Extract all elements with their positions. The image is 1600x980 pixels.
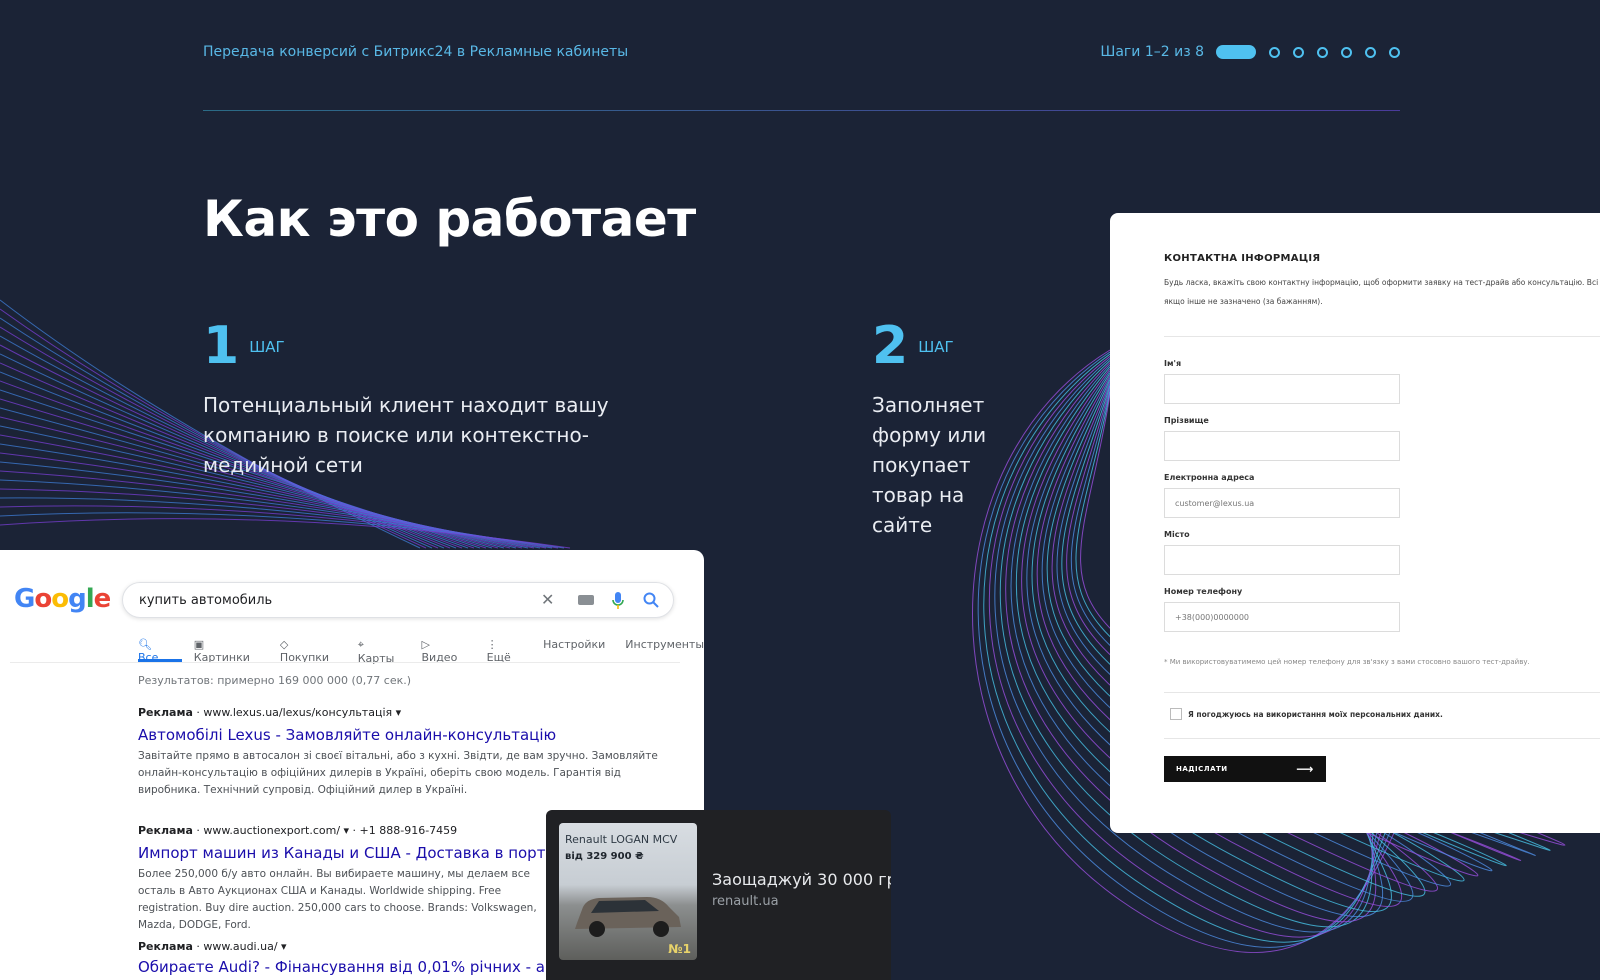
google-logo: Google: [14, 584, 111, 614]
step-1-text: Потенциальный клиент находит вашу компан…: [203, 393, 609, 477]
tab-video[interactable]: ▷ Видео: [422, 638, 467, 665]
last-name-label: Прізвище: [1164, 416, 1209, 425]
ad-3-url: Реклама · www.audi.ua/ ▾: [138, 940, 287, 953]
step-2-number: 2: [872, 316, 909, 376]
car-ad-image: Renault LOGAN MCV від 329 900 ₴ №1: [559, 823, 697, 960]
microphone-icon[interactable]: [612, 591, 624, 611]
display-ad-card[interactable]: Renault LOGAN MCV від 329 900 ₴ №1 Заоща…: [546, 810, 891, 980]
car-model-title: Renault LOGAN MCV: [565, 833, 678, 846]
ad-1-desc: Завітайте прямо в автосалон зі своєї віт…: [138, 750, 658, 796]
progress-dot[interactable]: [1317, 46, 1328, 58]
email-field[interactable]: customer@lexus.ua: [1164, 488, 1400, 518]
city-label: Місто: [1164, 530, 1190, 539]
form-divider: [1164, 738, 1600, 739]
tab-settings[interactable]: Настройки: [543, 638, 605, 665]
ad-1-url: Реклама · www.lexus.ua/lexus/консультаці…: [138, 706, 402, 719]
search-icon[interactable]: [643, 592, 659, 608]
submit-label: НАДІСЛАТИ: [1176, 765, 1228, 773]
consent-checkbox[interactable]: [1170, 708, 1182, 720]
phone-field[interactable]: +38(000)0000000: [1164, 602, 1400, 632]
steps-label: Шаги 1–2 из 8: [1100, 44, 1204, 60]
progress-dot[interactable]: [1389, 46, 1400, 58]
ad-1-title[interactable]: Автомобілі Lexus - Замовляйте онлайн-кон…: [138, 726, 556, 744]
google-search-input[interactable]: купить автомобиль ✕: [122, 582, 674, 618]
step-2-label: ШАГ: [918, 338, 954, 356]
progress-dot[interactable]: [1341, 46, 1352, 58]
car-price: від 329 900 ₴: [565, 851, 644, 862]
tab-tools[interactable]: Инструменты: [625, 638, 704, 665]
tab-more[interactable]: ⋮ Ещё: [487, 638, 523, 665]
tab-images[interactable]: ▣ Картинки: [194, 638, 260, 665]
progress-dot[interactable]: [1269, 46, 1280, 58]
last-name-field[interactable]: [1164, 431, 1400, 461]
form-heading: КОНТАКТНА ІНФОРМАЦІЯ: [1164, 253, 1321, 264]
contact-form-screenshot: КОНТАКТНА ІНФОРМАЦІЯ Будь ласка, вкажіть…: [1110, 213, 1600, 833]
phone-note: * Ми використовуватимемо цей номер телеф…: [1164, 658, 1530, 666]
tabs-divider: [10, 662, 680, 663]
email-label: Електронна адреса: [1164, 473, 1255, 482]
results-count: Результатов: примерно 169 000 000 (0,77 …: [138, 674, 412, 687]
search-query: купить автомобиль: [139, 593, 273, 608]
ad-headline[interactable]: Заощаджуй 30 000 грн: [712, 870, 891, 889]
header-divider: [203, 110, 1400, 111]
clear-icon[interactable]: ✕: [541, 590, 554, 609]
tab-maps[interactable]: ⌖ Карты: [358, 638, 402, 665]
step-2-header: 2 ШАГ: [872, 320, 954, 372]
consent-label: Я погоджуюсь на використання моїх персон…: [1188, 710, 1443, 719]
city-field[interactable]: [1164, 545, 1400, 575]
tab-shopping[interactable]: ◇ Покупки: [280, 638, 338, 665]
page-title: Как это работает: [203, 190, 696, 248]
ad-2-desc: Более 250,000 б/у авто онлайн. Вы вибира…: [138, 868, 537, 931]
phone-label: Номер телефону: [1164, 587, 1243, 596]
step-progress: Шаги 1–2 из 8: [1100, 44, 1400, 60]
step-1-number: 1: [203, 316, 240, 376]
progress-current[interactable]: [1216, 45, 1256, 59]
first-name-label: Ім'я: [1164, 359, 1182, 368]
ad-2-url: Реклама · www.auctionexport.com/ ▾ · +1 …: [138, 824, 458, 837]
progress-dot[interactable]: [1293, 46, 1304, 58]
step-1-label: ШАГ: [249, 338, 285, 356]
progress-dot[interactable]: [1365, 46, 1376, 58]
ad-domain: renault.ua: [712, 894, 779, 909]
form-divider: [1164, 692, 1600, 693]
award-badge: №1: [668, 942, 691, 956]
google-tabs: 🔍︎ Все ▣ Картинки ◇ Покупки ⌖ Карты ▷ Ви…: [138, 638, 704, 665]
form-divider: [1164, 336, 1600, 337]
section-title: Передача конверсий с Битрикс24 в Рекламн…: [203, 44, 629, 60]
form-description: Будь ласка, вкажіть свою контактну інфор…: [1164, 278, 1600, 306]
ad-2-title[interactable]: Импорт машин из Канады и США - Доставка …: [138, 844, 572, 862]
submit-button[interactable]: НАДІСЛАТИ ⟶: [1164, 756, 1326, 782]
keyboard-icon[interactable]: [578, 595, 594, 605]
step-1-header: 1 ШАГ: [203, 320, 285, 372]
arrow-right-icon: ⟶: [1296, 762, 1314, 776]
step-2-text: Заполняет форму или покупает товар на са…: [872, 393, 987, 537]
car-icon: [575, 897, 681, 937]
ad-3-title[interactable]: Обираєте Audi? - Фінансування від 0,01% …: [138, 958, 582, 976]
first-name-field[interactable]: [1164, 374, 1400, 404]
